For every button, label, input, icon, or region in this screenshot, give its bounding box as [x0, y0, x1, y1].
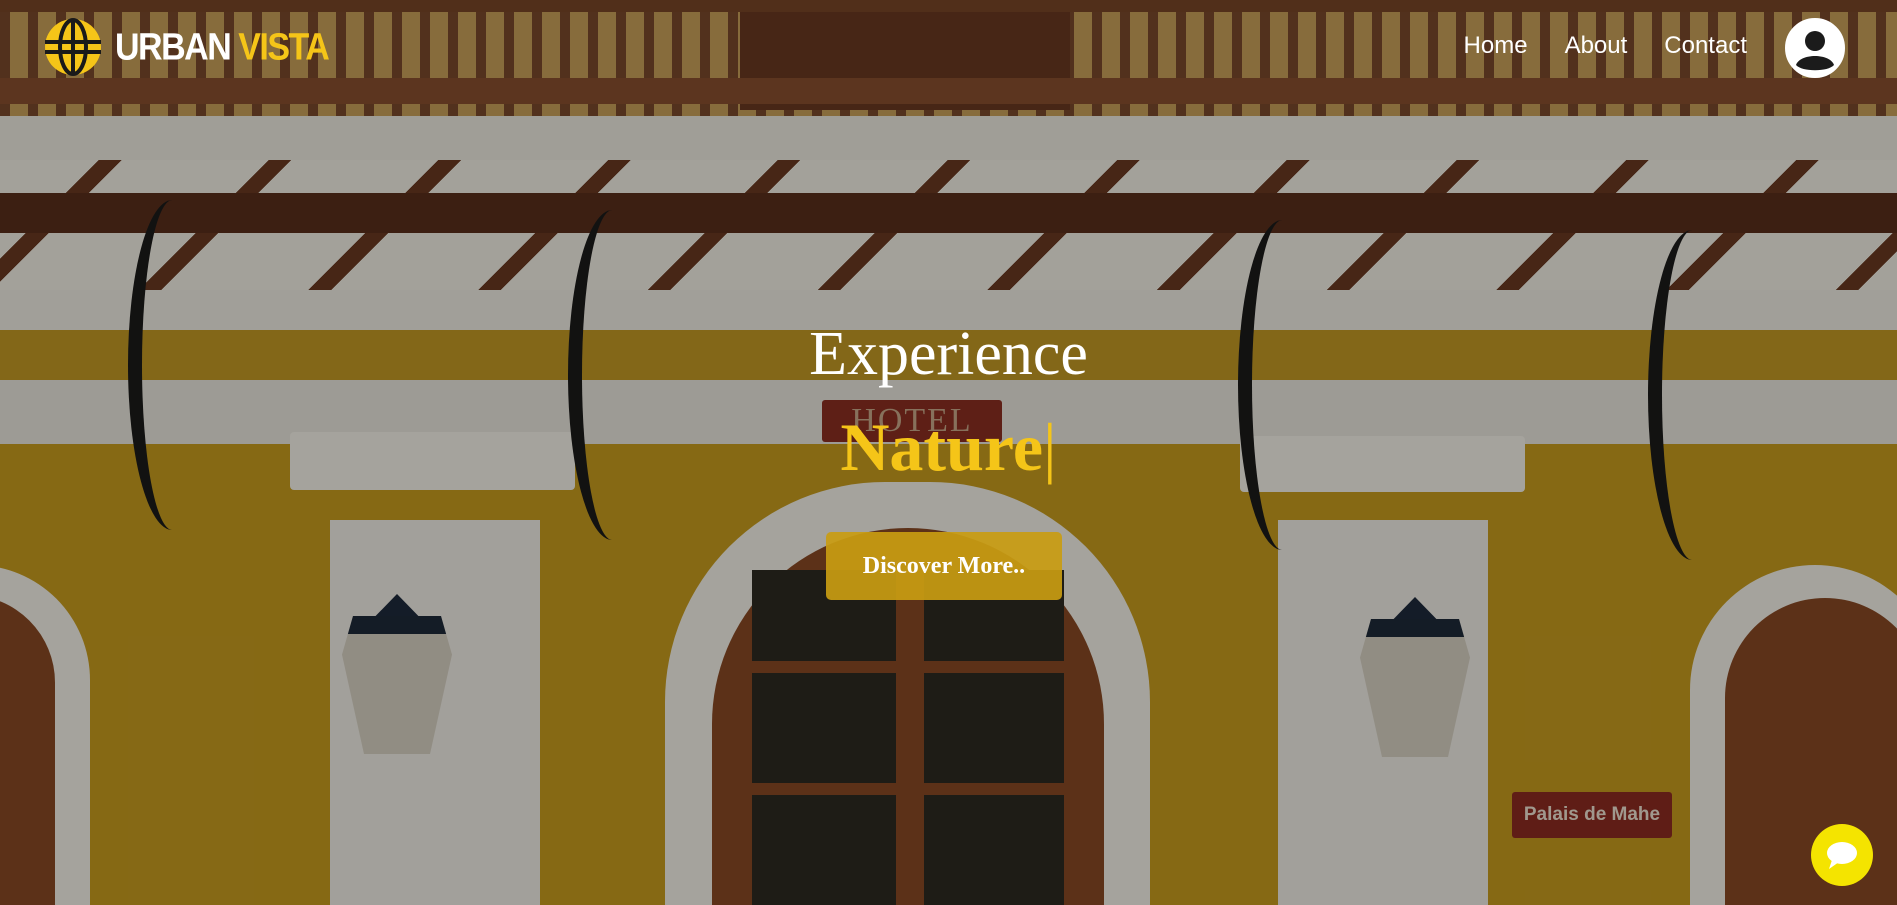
globe-icon [45, 18, 101, 76]
nav-links: Home About Contact [1464, 32, 1747, 60]
top-navbar: URBAN VISTA Home About Contact [0, 0, 1897, 96]
chat-button[interactable] [1811, 824, 1873, 886]
hero-section: Experience Nature| Discover More.. [0, 0, 1897, 905]
user-circle-icon[interactable] [1784, 17, 1846, 79]
hero-typed-word: Nature [840, 409, 1044, 485]
nav-link-about[interactable]: About [1565, 32, 1628, 60]
typing-caret: | [1043, 409, 1057, 485]
nav-link-home[interactable]: Home [1464, 32, 1528, 60]
brand-logo[interactable]: URBAN VISTA [44, 18, 330, 76]
nav-link-contact[interactable]: Contact [1664, 32, 1747, 60]
hero-heading-line1: Experience [809, 320, 1088, 388]
hero-heading-line2: Nature| [0, 408, 1897, 486]
brand-name-part2: VISTA [230, 25, 330, 68]
chat-bubble-icon [1827, 842, 1857, 869]
brand-name: URBAN VISTA [115, 25, 330, 69]
discover-more-button[interactable]: Discover More.. [826, 532, 1062, 600]
brand-name-part1: URBAN [115, 25, 232, 68]
